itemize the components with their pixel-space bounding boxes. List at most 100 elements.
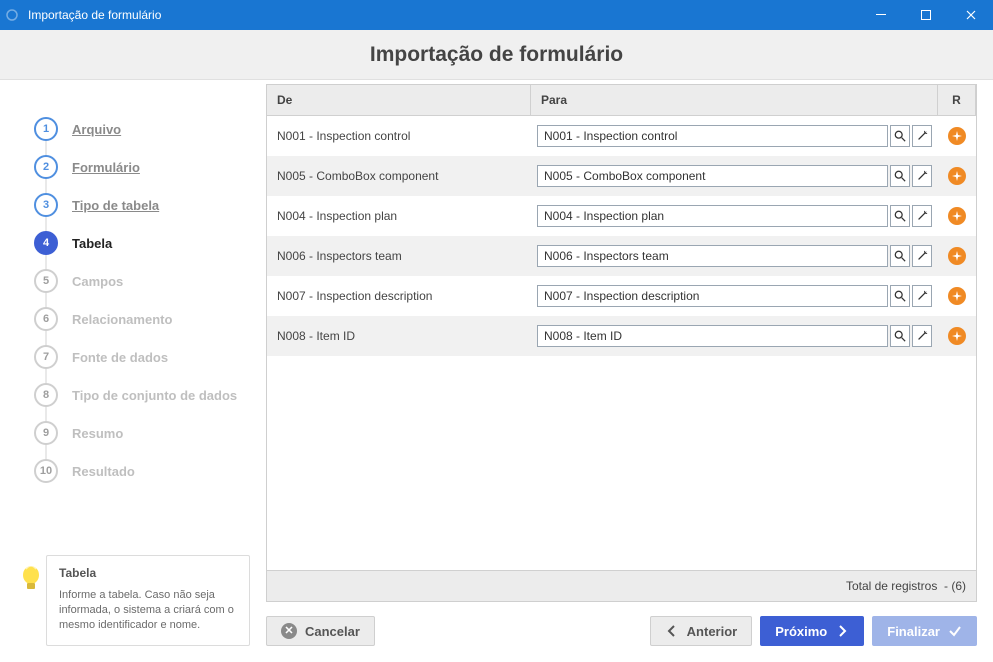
wizard-step-3[interactable]: 3 Tipo de tabela [34, 186, 250, 224]
wizard-step-10: 10 Resultado [34, 452, 250, 490]
step-label: Tipo de tabela [72, 198, 159, 213]
hint-title: Tabela [59, 566, 237, 580]
para-input[interactable] [537, 325, 888, 347]
mapping-table: De Para R N001 - Inspection control N005 … [266, 84, 977, 602]
wizard-step-2[interactable]: 2Formulário [34, 148, 250, 186]
wand-icon[interactable] [912, 325, 932, 347]
next-button[interactable]: Próximo [760, 616, 864, 646]
next-label: Próximo [775, 624, 827, 639]
para-input[interactable] [537, 205, 888, 227]
required-icon [948, 287, 966, 305]
hint-text: Informe a tabela. Caso não seja informad… [59, 588, 237, 633]
wizard-step-4[interactable]: 4 Tabela [34, 224, 250, 262]
footer-count: (6) [951, 579, 966, 593]
step-label: Resultado [72, 464, 135, 479]
chevron-right-icon [835, 624, 849, 638]
cancel-button[interactable]: ✕ Cancelar [266, 616, 375, 646]
step-number: 2 [34, 155, 58, 179]
step-number: 9 [34, 421, 58, 445]
wand-icon[interactable] [912, 125, 932, 147]
window-close-button[interactable] [948, 0, 993, 30]
step-number: 4 [34, 231, 58, 255]
step-label: Tipo de conjunto de dados [72, 388, 237, 403]
required-icon [948, 327, 966, 345]
cancel-label: Cancelar [305, 624, 360, 639]
table-row: N005 - ComboBox component [267, 156, 976, 196]
window-maximize-button[interactable] [903, 0, 948, 30]
table-row: N006 - Inspectors team [267, 236, 976, 276]
wand-icon[interactable] [912, 165, 932, 187]
search-icon[interactable] [890, 245, 910, 267]
table-row: N004 - Inspection plan [267, 196, 976, 236]
cell-de: N005 - ComboBox component [267, 169, 531, 183]
table-row: N008 - Item ID [267, 316, 976, 356]
search-icon[interactable] [890, 325, 910, 347]
step-number: 1 [34, 117, 58, 141]
lightbulb-icon [16, 555, 46, 646]
cell-de: N004 - Inspection plan [267, 209, 531, 223]
app-icon [0, 8, 24, 22]
cell-de: N007 - Inspection description [267, 289, 531, 303]
step-number: 7 [34, 345, 58, 369]
main-panel: De Para R N001 - Inspection control N005 … [260, 80, 993, 662]
table-body: N001 - Inspection control N005 - ComboBox… [267, 116, 976, 570]
step-label: Tabela [72, 236, 112, 251]
cancel-icon: ✕ [281, 623, 297, 639]
wizard-steps: 1 Arquivo 2Formulário 3 Tipo de tabela 4 Tabel… [34, 110, 250, 490]
step-number: 5 [34, 269, 58, 293]
previous-label: Anterior [687, 624, 738, 639]
cell-de: N008 - Item ID [267, 329, 531, 343]
step-label: Relacionamento [72, 312, 172, 327]
wizard-step-6: 6 Relacionamento [34, 300, 250, 338]
para-input[interactable] [537, 285, 888, 307]
wizard-step-7: 7 Fonte de dados [34, 338, 250, 376]
step-number: 3 [34, 193, 58, 217]
required-icon [948, 207, 966, 225]
search-icon[interactable] [890, 205, 910, 227]
para-input[interactable] [537, 125, 888, 147]
window-minimize-button[interactable] [858, 0, 903, 30]
search-icon[interactable] [890, 285, 910, 307]
finish-button[interactable]: Finalizar [872, 616, 977, 646]
column-header-para: Para [531, 85, 938, 116]
step-label: Campos [72, 274, 123, 289]
wand-icon[interactable] [912, 285, 932, 307]
step-number: 6 [34, 307, 58, 331]
column-header-r: R [938, 85, 976, 116]
chevron-left-icon [665, 624, 679, 638]
table-row: N007 - Inspection description [267, 276, 976, 316]
wizard-step-9: 9 Resumo [34, 414, 250, 452]
wand-icon[interactable] [912, 205, 932, 227]
step-number: 8 [34, 383, 58, 407]
step-label: Arquivo [72, 122, 121, 137]
wizard-sidebar: 1 Arquivo 2Formulário 3 Tipo de tabela 4 Tabel… [0, 80, 260, 662]
page-title: Importação de formulário [0, 30, 993, 80]
step-label: Fonte de dados [72, 350, 168, 365]
step-number: 10 [34, 459, 58, 483]
check-icon [948, 624, 962, 638]
titlebar: Importação de formulário [0, 0, 993, 30]
column-header-de: De [267, 85, 531, 116]
search-icon[interactable] [890, 165, 910, 187]
required-icon [948, 167, 966, 185]
wizard-step-1[interactable]: 1 Arquivo [34, 110, 250, 148]
footer-label: Total de registros [846, 579, 937, 593]
hint-box: Tabela Informe a tabela. Caso não seja i… [16, 555, 250, 646]
finish-label: Finalizar [887, 624, 940, 639]
table-footer: Total de registros - (6) [267, 570, 976, 601]
wizard-step-8: 8 Tipo de conjunto de dados [34, 376, 250, 414]
para-input[interactable] [537, 245, 888, 267]
step-label: Resumo [72, 426, 123, 441]
wand-icon[interactable] [912, 245, 932, 267]
required-icon [948, 247, 966, 265]
window-title: Importação de formulário [24, 8, 858, 22]
cell-de: N006 - Inspectors team [267, 249, 531, 263]
para-input[interactable] [537, 165, 888, 187]
search-icon[interactable] [890, 125, 910, 147]
cell-de: N001 - Inspection control [267, 129, 531, 143]
wizard-step-5: 5 Campos [34, 262, 250, 300]
wizard-actions: ✕ Cancelar Anterior Próximo Finalizar [266, 602, 977, 646]
previous-button[interactable]: Anterior [650, 616, 753, 646]
table-row: N001 - Inspection control [267, 116, 976, 156]
table-header: De Para R [267, 85, 976, 116]
